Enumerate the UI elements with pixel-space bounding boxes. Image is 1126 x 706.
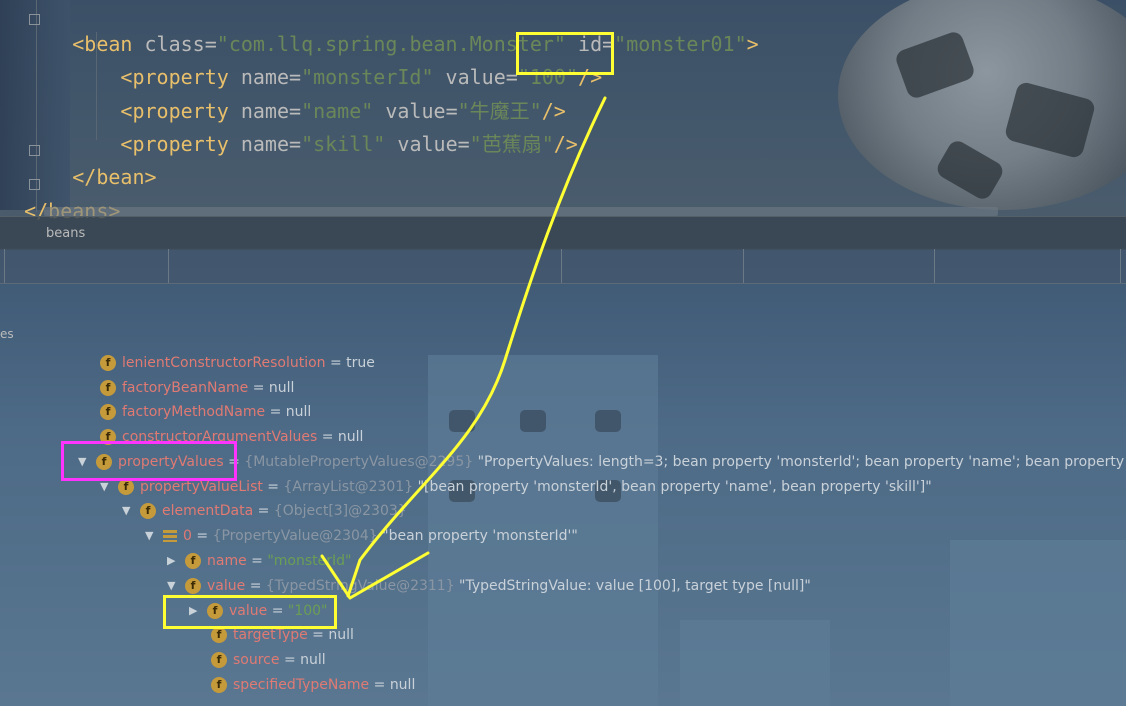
annotation-arrow — [320, 96, 607, 600]
annotation-arrow-head — [320, 551, 430, 600]
annotation-arrow-line — [346, 96, 607, 598]
